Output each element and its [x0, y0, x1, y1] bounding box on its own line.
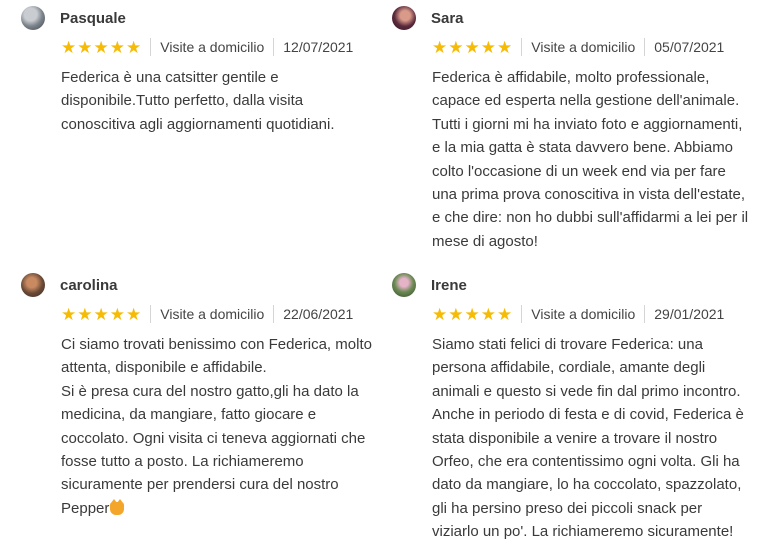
review-date: 29/01/2021 — [654, 306, 725, 322]
review-date: 05/07/2021 — [654, 39, 725, 55]
review-text-body: Ci siamo trovati benissimo con Federica,… — [61, 336, 372, 517]
review-date: 22/06/2021 — [283, 306, 354, 322]
star-icon: ★ — [497, 37, 513, 57]
star-icon: ★ — [448, 304, 464, 324]
star-icon: ★ — [432, 37, 448, 57]
rating-stars: ★ ★ ★ ★ ★ — [61, 306, 141, 323]
review-meta: ★ ★ ★ ★ ★ Visite a domicilio 12/07/2021 — [61, 36, 381, 58]
divider — [521, 305, 523, 323]
star-icon: ★ — [61, 37, 77, 57]
star-icon: ★ — [77, 304, 93, 324]
review-text: Federica è una catsitter gentile e dispo… — [61, 69, 335, 133]
rating-stars: ★ ★ ★ ★ ★ — [61, 39, 141, 56]
star-icon: ★ — [109, 304, 125, 324]
star-icon: ★ — [77, 37, 93, 57]
review-meta: ★ ★ ★ ★ ★ Visite a domicilio 22/06/2021 — [61, 303, 381, 325]
star-icon: ★ — [464, 304, 480, 324]
review-text: Ci siamo trovati benissimo con Federica,… — [61, 333, 381, 520]
star-icon: ★ — [448, 37, 464, 57]
reviewer-name[interactable]: carolina — [60, 277, 118, 294]
service-type: Visite a domicilio — [531, 306, 636, 322]
divider — [150, 305, 152, 323]
star-icon: ★ — [432, 304, 448, 324]
service-type: Visite a domicilio — [160, 39, 265, 55]
star-icon: ★ — [126, 304, 142, 324]
divider — [521, 38, 523, 56]
star-icon: ★ — [480, 37, 496, 57]
review-text: Federica è affidabile, molto professiona… — [432, 69, 749, 250]
avatar[interactable] — [392, 6, 416, 30]
review-meta: ★ ★ ★ ★ ★ Visite a domicilio 05/07/2021 — [432, 36, 752, 58]
review-card: Pasquale ★ ★ ★ ★ ★ Visite a domicilio 12… — [21, 6, 381, 136]
review-date: 12/07/2021 — [283, 39, 354, 55]
review-card: carolina ★ ★ ★ ★ ★ Visite a domicilio 22… — [21, 273, 381, 520]
star-icon: ★ — [126, 37, 142, 57]
reviewer-name[interactable]: Irene — [431, 277, 467, 294]
star-icon: ★ — [93, 37, 109, 57]
cat-face-icon — [110, 498, 125, 515]
rating-stars: ★ ★ ★ ★ ★ — [432, 306, 512, 323]
review-header: Pasquale — [21, 6, 381, 30]
reviewer-name[interactable]: Pasquale — [60, 10, 126, 27]
reviewer-name[interactable]: Sara — [431, 10, 464, 27]
avatar[interactable] — [392, 273, 416, 297]
star-icon: ★ — [93, 304, 109, 324]
divider — [150, 38, 152, 56]
review-header: Irene — [392, 273, 752, 297]
review-header: Sara — [392, 6, 752, 30]
divider — [273, 38, 275, 56]
divider — [273, 305, 275, 323]
review-meta: ★ ★ ★ ★ ★ Visite a domicilio 29/01/2021 — [432, 303, 752, 325]
review-card: Irene ★ ★ ★ ★ ★ Visite a domicilio 29/01… — [392, 273, 752, 544]
avatar[interactable] — [21, 273, 45, 297]
star-icon: ★ — [497, 304, 513, 324]
service-type: Visite a domicilio — [160, 306, 265, 322]
star-icon: ★ — [464, 37, 480, 57]
review-text: Siamo stati felici di trovare Federica: … — [432, 336, 744, 541]
divider — [644, 305, 646, 323]
rating-stars: ★ ★ ★ ★ ★ — [432, 39, 512, 56]
star-icon: ★ — [480, 304, 496, 324]
star-icon: ★ — [61, 304, 77, 324]
star-icon: ★ — [109, 37, 125, 57]
review-card: Sara ★ ★ ★ ★ ★ Visite a domicilio 05/07/… — [392, 6, 752, 253]
review-header: carolina — [21, 273, 381, 297]
avatar[interactable] — [21, 6, 45, 30]
divider — [644, 38, 646, 56]
service-type: Visite a domicilio — [531, 39, 636, 55]
